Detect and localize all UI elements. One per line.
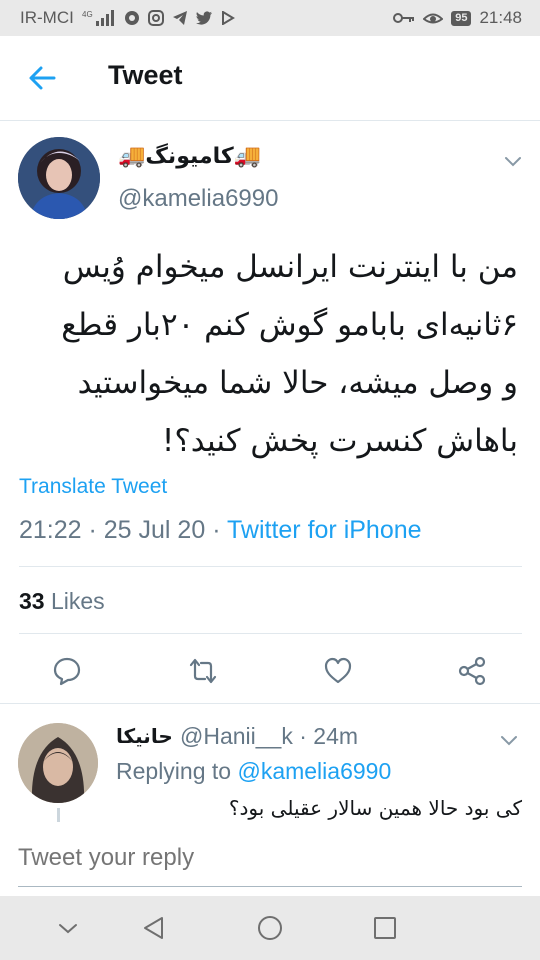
- reply-author-handle[interactable]: @Hanii__k · 24m: [180, 723, 358, 750]
- section-divider: [0, 703, 540, 704]
- replying-to-prefix: Replying to: [116, 758, 238, 784]
- key-icon: [393, 11, 415, 25]
- app-header: Tweet: [0, 36, 540, 121]
- system-nav-bar: [0, 896, 540, 960]
- reply-icon: [53, 657, 81, 686]
- battery-icon: 95: [451, 10, 472, 26]
- translate-tweet-link[interactable]: Translate Tweet: [19, 475, 167, 499]
- status-time: 21:48: [479, 8, 522, 27]
- reply-author-name[interactable]: حانیکا: [116, 724, 173, 748]
- twitter-icon: [195, 10, 213, 26]
- signal-icon: 4G: [82, 9, 116, 27]
- reply-input[interactable]: [18, 844, 522, 872]
- tweet-text-line: ۶ثانیه‌ای بابامو گوش کنم ۲۰بار قطع: [61, 307, 518, 343]
- reply-button[interactable]: [52, 656, 82, 686]
- nav-recents-button[interactable]: [372, 915, 398, 941]
- divider: [19, 633, 522, 634]
- likes-label: Likes: [44, 588, 105, 614]
- tweet-text-line: من با اینترنت ایرانسل میخوام وُیس: [62, 249, 518, 285]
- reply-avatar[interactable]: [18, 723, 98, 803]
- likes-count[interactable]: 33 Likes: [19, 588, 105, 615]
- chrome-icon: [124, 10, 140, 26]
- instagram-icon: [147, 10, 164, 26]
- share-icon: [458, 656, 486, 686]
- back-button[interactable]: [28, 64, 56, 92]
- avatar-photo: [18, 723, 98, 803]
- share-button[interactable]: [457, 656, 487, 686]
- page-title: Tweet: [108, 60, 183, 90]
- square-recents-icon: [374, 917, 396, 939]
- replying-to-line: Replying to @kamelia6990: [116, 758, 391, 785]
- retweet-button[interactable]: [188, 656, 218, 686]
- tweet-text-line: باهاش کنسرت پخش کنید؟!: [161, 423, 518, 459]
- tweet-meta: 21:22 · 25 Jul 20 · Twitter for iPhone: [19, 516, 422, 545]
- tweet-timestamp: 21:22 · 25 Jul 20 ·: [19, 516, 228, 544]
- divider: [19, 566, 522, 567]
- play-icon: [221, 11, 235, 25]
- reply-text: کی بود حالا همین سالار عقیلی بود؟: [228, 796, 522, 820]
- like-button[interactable]: [323, 656, 353, 686]
- hide-keyboard-button[interactable]: [55, 915, 81, 941]
- circle-home-icon: [258, 916, 282, 940]
- likes-number: 33: [19, 588, 45, 614]
- status-bar: IR-MCI 4G 95 21:48: [0, 0, 540, 36]
- telegram-icon: [172, 10, 188, 26]
- input-underline: [18, 886, 522, 887]
- triangle-back-icon: [144, 917, 163, 939]
- eye-icon: [423, 10, 444, 26]
- tweet-options-button[interactable]: [502, 150, 524, 172]
- nav-home-button[interactable]: [257, 915, 283, 941]
- tweet-text-line: و وصل میشه، حالا شما میخواستید: [77, 365, 518, 401]
- tweet-text: من با اینترنت ایرانسل میخوام وُیس ۶ثانیه…: [18, 238, 518, 470]
- avatar-photo: [18, 137, 100, 219]
- chevron-down-icon: [59, 924, 77, 934]
- chevron-down-icon: [505, 157, 521, 167]
- like-icon: [324, 657, 352, 684]
- reply-options-button[interactable]: [498, 729, 520, 751]
- author-display-name[interactable]: 🚚کامیونگ🚚: [118, 143, 261, 169]
- retweet-icon: [189, 658, 217, 684]
- author-avatar[interactable]: [18, 137, 100, 219]
- author-handle[interactable]: @kamelia6990: [118, 185, 278, 213]
- tweet-source-link[interactable]: Twitter for iPhone: [227, 516, 422, 544]
- nav-back-button[interactable]: [141, 915, 167, 941]
- tweet-action-bar: [0, 650, 540, 690]
- arrow-left-icon: [29, 66, 56, 90]
- svg-text:4G: 4G: [82, 10, 93, 19]
- chevron-down-icon: [501, 736, 517, 746]
- carrier-label: IR-MCI: [20, 8, 74, 27]
- reply-composer: [0, 822, 540, 896]
- replying-to-handle[interactable]: @kamelia6990: [237, 758, 391, 784]
